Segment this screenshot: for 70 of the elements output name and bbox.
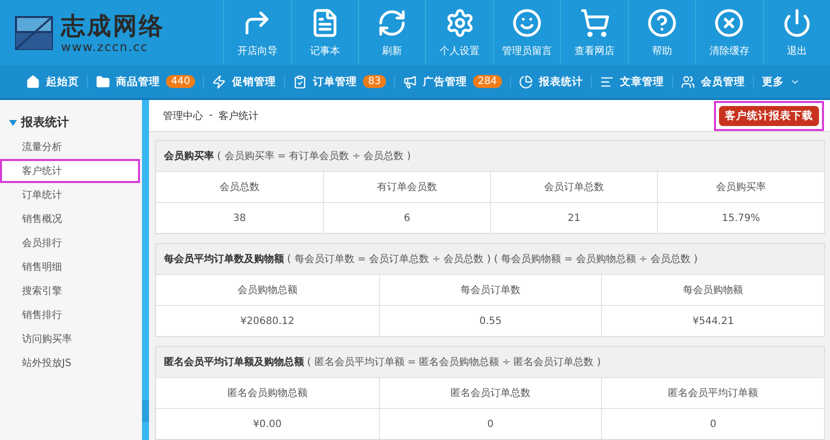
nav-item[interactable]: 会员管理 [672,74,754,88]
panel-title: 会员购买率 ( 会员购买率 = 有订单会员数 ÷ 会员总数 ) [156,141,824,171]
download-button[interactable]: 客户统计报表下载 [719,106,819,126]
clipboard-icon [293,74,308,88]
column-header: 每会员订单数 [378,274,602,305]
breadcrumb-text: 管理中心 [163,110,203,122]
lines-icon [600,74,614,88]
table-cell: 15.79% [657,202,824,233]
help-icon [646,8,677,38]
column-header: 有订单会员数 [323,171,490,202]
sidebar-item[interactable]: 销售明细 [0,255,140,279]
smile-icon [512,8,542,38]
panel-title: 匿名会员平均订单额及购物总额 ( 匿名会员平均订单额 = 匿名会员购物总额 ÷ 匿名会员订单总数 ) [156,347,824,377]
column-header: 匿名会员订单总数 [378,377,602,408]
sidebar-item[interactable]: 流量分析 [0,135,140,159]
nav-item[interactable]: 报表统计 [510,74,592,88]
count-badge: 440 [166,75,196,88]
count-badge: 83 [363,75,386,88]
refresh-icon [377,8,408,38]
logo-name: 志成网络 [61,12,165,40]
table-cell: 6 [323,202,490,233]
column-header: 会员购物总额 [156,274,379,305]
sidebar-item[interactable]: 客户统计 [0,159,140,183]
table-cell: 38 [156,202,323,233]
expand-icon [9,120,17,126]
close-icon [714,8,744,38]
sidebar-item[interactable]: 会员排行 [0,231,140,255]
settings-icon [444,8,475,38]
logo-url: www.zccn.cc [61,40,150,54]
breadcrumb-text: - [209,110,213,121]
count-badge: 284 [472,75,502,88]
power-icon [782,8,812,38]
nav-item[interactable]: 起始页 [18,74,88,88]
sidebar-heading[interactable]: 报表统计 [0,114,142,131]
sidebar-item[interactable]: 销售排行 [0,303,140,327]
nav-item[interactable]: 更多 [754,74,808,88]
collapse-handle[interactable] [142,400,149,422]
sidebar-item[interactable]: 订单统计 [0,183,140,207]
column-header: 匿名会员购物总额 [156,377,379,408]
nav-item[interactable]: 文章管理 [592,74,673,88]
sidebar-item[interactable]: 搜索引擎 [0,279,140,303]
cart-icon [580,8,610,38]
sidebar-item[interactable]: 销售概况 [0,207,140,231]
column-header: 匿名会员平均订单额 [601,377,824,408]
table-cell: ¥544.21 [601,305,824,336]
nav-item[interactable]: 广告管理 284 [394,74,511,88]
table-cell: 21 [490,202,657,233]
table-cell: 0 [601,408,824,439]
nav-item[interactable]: 订单管理 83 [285,74,395,88]
megaphone-icon [402,74,417,88]
column-header: 会员总数 [156,171,323,202]
table-cell: ¥20680.12 [156,305,379,336]
pie-chart-icon [518,74,533,88]
users-icon [680,74,695,88]
logo-icon [15,16,53,50]
panel-title: 每会员平均订单数及购物额 ( 每会员订单数 = 会员订单总数 ÷ 会员总数 ) ( 每会员购物额 = 会员购物总额 ÷ 会员总数 ) [156,244,824,274]
column-header: 会员订单总数 [490,171,657,202]
home-icon [26,74,40,88]
sidebar-item[interactable]: 站外投放JS [0,351,140,375]
table-cell: ¥0.00 [156,408,379,439]
column-header: 每会员购物额 [601,274,824,305]
nav-item[interactable]: 促销管理 [204,74,286,88]
folder-icon [96,74,110,88]
breadcrumb-text: 客户统计 [218,110,259,122]
sidebar-item[interactable]: 访问购买率 [0,327,140,351]
table-cell: 0 [378,408,602,439]
nav-item[interactable]: 商品管理 440 [88,74,204,88]
table-cell: 0.55 [378,305,602,336]
lightning-icon [212,74,226,88]
column-header: 会员购买率 [657,171,824,202]
